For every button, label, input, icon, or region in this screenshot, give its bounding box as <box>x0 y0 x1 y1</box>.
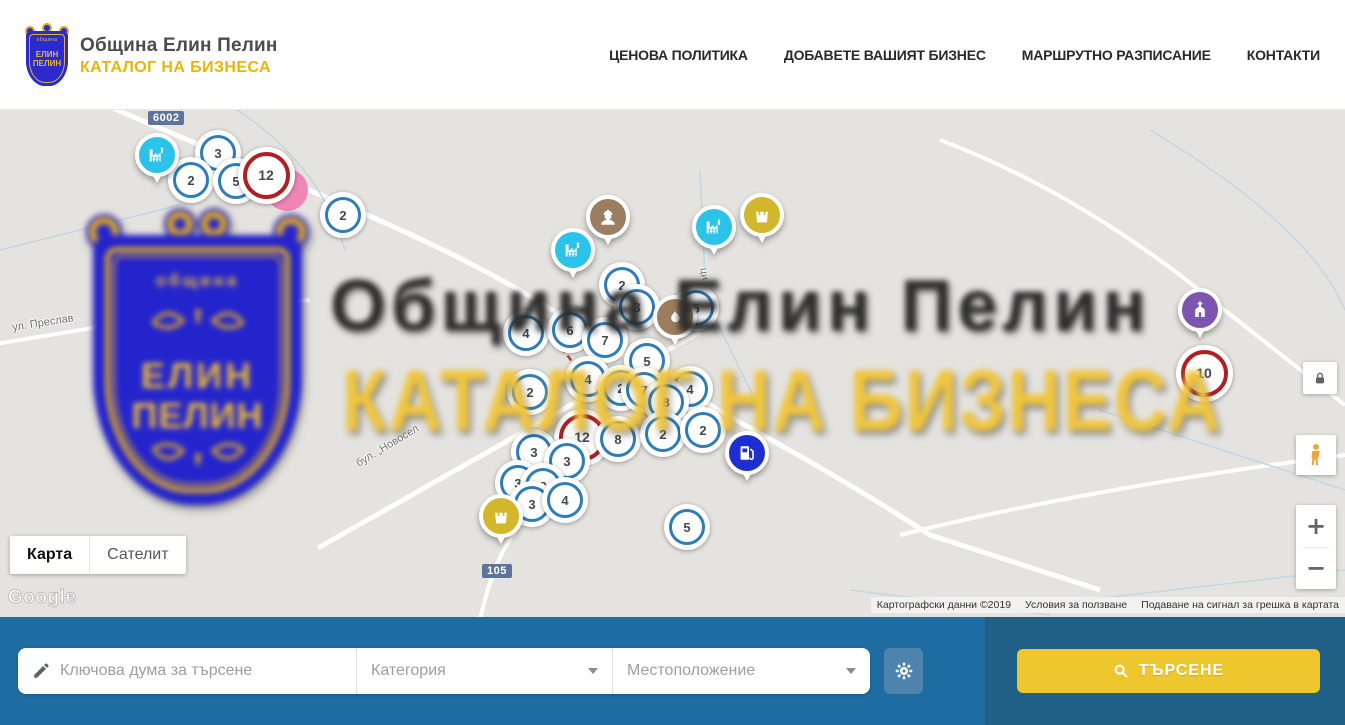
maptype-control: Карта Сателит <box>10 536 186 574</box>
attribution-report-error-link[interactable]: Подаване на сигнал за грешка в картата <box>1141 599 1339 611</box>
factory-icon <box>135 133 179 177</box>
attribution-terms-link[interactable]: Условия за ползване <box>1025 599 1127 611</box>
business-catalog-page: община ЕЛИН ПЕЛИН Община Елин Пелин КАТА… <box>0 0 1345 725</box>
factory-icon <box>551 228 595 272</box>
attribution-copyright: Картографски данни ©2019 <box>877 599 1011 611</box>
cluster-count: 4 <box>584 372 591 387</box>
brand[interactable]: община ЕЛИН ПЕЛИН Община Елин Пелин КАТА… <box>24 26 278 86</box>
municipality-logo-icon: община ЕЛИН ПЕЛИН <box>24 26 70 86</box>
road-badge-6002: 6002 <box>148 111 184 125</box>
cluster-count: 3 <box>633 300 640 315</box>
chevron-down-icon <box>588 668 598 674</box>
cluster-count: 2 <box>699 423 706 438</box>
cluster-count: 4 <box>522 326 529 341</box>
advanced-settings-button[interactable] <box>884 648 923 694</box>
keyword-search-input[interactable] <box>60 662 342 680</box>
cluster-count: 2 <box>339 208 346 223</box>
cluster-marker[interactable]: 2 <box>507 369 553 415</box>
gear-icon <box>893 660 915 682</box>
header: община ЕЛИН ПЕЛИН Община Елин Пелин КАТА… <box>0 0 1345 110</box>
cluster-marker[interactable]: 2 <box>640 411 686 457</box>
shopping-bag-pin-marker[interactable] <box>479 494 523 552</box>
nav-add-your-business[interactable]: ДОБАВЕТЕ ВАШИЯТ БИЗНЕС <box>784 47 986 63</box>
street-label-tsi: ци <box>697 267 711 281</box>
cluster-count: 5 <box>683 520 690 535</box>
factory-icon <box>692 205 736 249</box>
cluster-count: 2 <box>526 385 533 400</box>
cluster-count: 2 <box>187 173 194 188</box>
google-map[interactable]: 6002 105 ул. Преслав бул. „Новосел ци 32… <box>0 110 1345 617</box>
cluster-count: 10 <box>1196 365 1212 381</box>
lock-icon <box>1312 370 1328 386</box>
cluster-count: 2 <box>659 427 666 442</box>
map-attribution: Картографски данни ©2019 Условия за полз… <box>871 597 1345 613</box>
shopping-bag-icon <box>479 494 523 538</box>
fuel-pump-pin-marker[interactable] <box>725 431 769 489</box>
nav-contacts[interactable]: КОНТАКТИ <box>1247 47 1320 63</box>
church-pin-marker[interactable] <box>1178 288 1222 346</box>
road-badge-105: 105 <box>482 564 512 578</box>
cluster-count: 6 <box>566 323 573 338</box>
pencil-icon <box>32 662 50 680</box>
zoom-out-button[interactable]: − <box>1296 548 1336 590</box>
cluster-count: 3 <box>530 445 537 460</box>
maptype-satellite-button[interactable]: Сателит <box>89 536 185 574</box>
cluster-marker[interactable]: 4 <box>542 477 588 523</box>
cluster-count: 4 <box>561 493 568 508</box>
search-button[interactable]: ТЪРСЕНЕ <box>1017 649 1320 693</box>
flame-pin-marker[interactable] <box>653 295 697 353</box>
fuel-pump-icon <box>725 431 769 475</box>
category-select[interactable]: Категория <box>356 648 612 694</box>
shopping-bag-pin-marker[interactable] <box>740 193 784 251</box>
lock-button[interactable] <box>1303 362 1337 394</box>
cluster-marker[interactable]: 2 <box>680 407 726 453</box>
flame-icon <box>653 295 697 339</box>
cluster-count: 8 <box>662 395 669 410</box>
cluster-count: 12 <box>258 167 274 183</box>
cluster-count: 3 <box>214 146 221 161</box>
shopping-bag-icon <box>740 193 784 237</box>
cluster-count: 3 <box>563 454 570 469</box>
church-icon <box>1178 288 1222 332</box>
cluster-marker[interactable]: 10 <box>1176 345 1233 402</box>
maptype-map-button[interactable]: Карта <box>10 536 89 574</box>
pegman-streetview-button[interactable] <box>1296 435 1336 475</box>
keyword-field[interactable] <box>18 648 356 694</box>
nav-pricing-policy[interactable]: ЦЕНОВА ПОЛИТИКА <box>609 47 748 63</box>
cluster-marker[interactable]: 12 <box>238 147 295 204</box>
zoom-in-button[interactable]: + <box>1296 505 1336 547</box>
search-fields-group: Категория Местоположение <box>18 648 870 694</box>
cluster-count: 8 <box>614 432 621 447</box>
cluster-marker[interactable]: 2 <box>320 192 366 238</box>
search-bar: Категория Местоположение <box>0 617 1345 725</box>
pegman-icon <box>1303 442 1329 468</box>
google-logo[interactable]: Google <box>8 587 76 609</box>
cluster-marker[interactable]: 4 <box>503 310 549 356</box>
cluster-marker[interactable]: 8 <box>595 416 641 462</box>
factory-pin-marker[interactable] <box>551 228 595 286</box>
location-select[interactable]: Местоположение <box>612 648 870 694</box>
factory-pin-marker[interactable] <box>135 133 179 191</box>
zoom-control: + − <box>1296 505 1336 589</box>
factory-pin-marker[interactable] <box>692 205 736 263</box>
cluster-count: 3 <box>528 497 535 512</box>
main-nav: ЦЕНОВА ПОЛИТИКА ДОБАВЕТЕ ВАШИЯТ БИЗНЕС М… <box>609 0 1320 110</box>
cluster-marker[interactable]: 5 <box>664 504 710 550</box>
site-subtitle: КАТАЛОГ НА БИЗНЕСА <box>80 59 278 77</box>
nav-route-schedule[interactable]: МАРШРУТНО РАЗПИСАНИЕ <box>1022 47 1211 63</box>
search-icon <box>1113 663 1129 679</box>
cluster-count: 7 <box>601 333 608 348</box>
chevron-down-icon <box>846 668 856 674</box>
site-title: Община Елин Пелин <box>80 35 278 57</box>
